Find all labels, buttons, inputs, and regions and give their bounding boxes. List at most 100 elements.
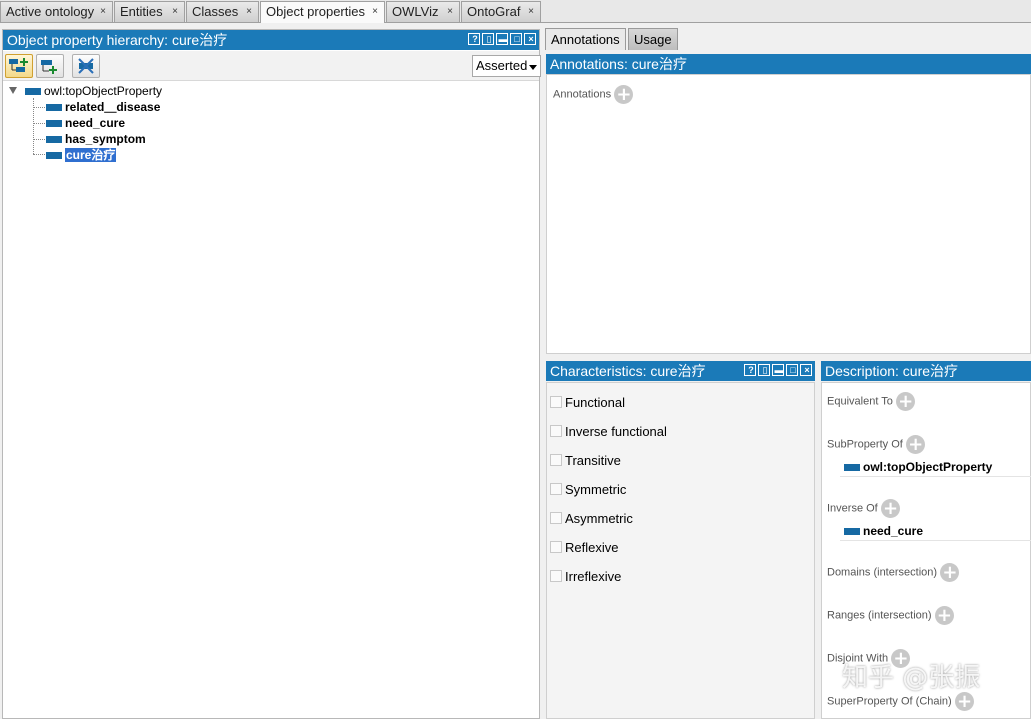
- checkbox-label: Asymmetric: [565, 511, 633, 526]
- close-view-button[interactable]: ×: [800, 364, 812, 376]
- annotations-header: Annotations: cure治疗: [546, 54, 1031, 74]
- item-label: need_cure: [863, 524, 924, 538]
- add-superproperty-button[interactable]: +: [906, 435, 926, 454]
- float-button[interactable]: □: [786, 364, 798, 376]
- annotations-section: Annotations +: [553, 85, 634, 104]
- close-icon[interactable]: ×: [246, 2, 252, 22]
- characteristics-panel: Functional Inverse functional Transitive…: [546, 382, 815, 719]
- inverse-of-item[interactable]: need_cure: [844, 524, 923, 538]
- inverse-functional-checkbox[interactable]: [550, 425, 562, 437]
- tree-item-label: cure治疗: [65, 148, 117, 162]
- workspace-tab-bar: Active ontology × Entities × Classes × O…: [0, 0, 1031, 23]
- tree-item-label: owl:topObjectProperty: [44, 84, 163, 98]
- tree-item-root[interactable]: owl:topObjectProperty: [25, 84, 162, 99]
- section-label: Equivalent To: [827, 395, 893, 408]
- item-label: owl:topObjectProperty: [863, 460, 993, 474]
- hierarchy-header: Object property hierarchy: cure治疗 ? ▯ ▬ …: [3, 30, 539, 50]
- view-mode-select[interactable]: Asserted: [472, 55, 541, 77]
- checkbox-label: Symmetric: [565, 482, 627, 497]
- add-property-chain-button[interactable]: +: [955, 692, 975, 711]
- add-inverse-button[interactable]: +: [881, 499, 901, 518]
- transitive-checkbox[interactable]: [550, 454, 562, 466]
- tree-connector: [33, 154, 45, 155]
- annotations-panel: Annotations +: [546, 74, 1031, 354]
- chevron-down-icon: [529, 65, 537, 70]
- subproperty-of-item[interactable]: owl:topObjectProperty: [844, 460, 992, 474]
- view-mode-value: Asserted: [476, 58, 528, 73]
- delete-property-button[interactable]: [72, 54, 100, 78]
- tab-label: Entities: [120, 4, 163, 19]
- equivalent-to-section: Equivalent To +: [827, 392, 916, 411]
- characteristics-header: Characteristics: cure治疗 ? ▯ ▬ □ ×: [546, 361, 815, 381]
- tree-item-cure-selected[interactable]: cure治疗: [46, 148, 117, 163]
- section-label: Ranges (intersection): [827, 609, 932, 622]
- symmetric-checkbox[interactable]: [550, 483, 562, 495]
- add-equivalent-button[interactable]: +: [896, 392, 916, 411]
- split-vertical-button[interactable]: ▯: [758, 364, 770, 376]
- tab-ontograf[interactable]: OntoGraf ×: [461, 1, 541, 22]
- irreflexive-checkbox[interactable]: [550, 570, 562, 582]
- close-icon[interactable]: ×: [372, 2, 378, 22]
- section-label: Domains (intersection): [827, 566, 938, 579]
- tab-label: Object properties: [266, 4, 365, 19]
- add-sibling-property-button[interactable]: [36, 54, 64, 78]
- tab-label: Active ontology: [6, 4, 95, 19]
- checkbox-label: Inverse functional: [565, 424, 667, 439]
- tree-item-label: need_cure: [65, 116, 126, 130]
- object-property-icon: [46, 152, 62, 160]
- divider: [840, 476, 1031, 477]
- add-subproperty-button[interactable]: [5, 54, 33, 78]
- subproperty-of-section: SubProperty Of +: [827, 435, 926, 454]
- section-label: Inverse Of: [827, 502, 878, 515]
- description-title: Description: cure治疗: [825, 363, 959, 379]
- checkbox-label: Irreflexive: [565, 569, 622, 584]
- asymmetric-checkbox[interactable]: [550, 512, 562, 524]
- close-icon[interactable]: ×: [172, 2, 178, 22]
- add-annotation-button[interactable]: +: [614, 85, 634, 104]
- functional-checkbox[interactable]: [550, 396, 562, 408]
- float-button[interactable]: □: [510, 33, 522, 45]
- help-button[interactable]: ?: [744, 364, 756, 376]
- checkbox-label: Functional: [565, 395, 625, 410]
- tree-item-related-disease[interactable]: related＿disease: [46, 100, 160, 115]
- tab-active-ontology[interactable]: Active ontology ×: [0, 1, 113, 22]
- close-icon[interactable]: ×: [447, 2, 453, 22]
- checkbox-label: Transitive: [565, 453, 621, 468]
- split-horizontal-button[interactable]: ▬: [496, 33, 508, 45]
- checkbox-label: Reflexive: [565, 540, 619, 555]
- add-domain-button[interactable]: +: [940, 563, 960, 582]
- tree-connector: [33, 123, 45, 124]
- split-horizontal-button[interactable]: ▬: [772, 364, 784, 376]
- tab-classes[interactable]: Classes ×: [186, 1, 259, 22]
- close-icon[interactable]: ×: [528, 2, 534, 22]
- tree-item-label: related＿disease: [65, 100, 161, 114]
- object-property-icon: [25, 88, 41, 96]
- tab-label: Usage: [634, 32, 672, 47]
- expand-triangle-icon[interactable]: [8, 86, 20, 96]
- section-label: SubProperty Of: [827, 438, 903, 451]
- tab-owlviz[interactable]: OWLViz ×: [386, 1, 460, 22]
- reflexive-checkbox[interactable]: [550, 541, 562, 553]
- delete-property-icon: [78, 58, 94, 74]
- split-vertical-button[interactable]: ▯: [482, 33, 494, 45]
- tab-annotations[interactable]: Annotations: [545, 28, 626, 50]
- tree-connector: [33, 139, 45, 140]
- add-range-button[interactable]: +: [934, 606, 954, 625]
- tab-label: Classes: [192, 4, 239, 19]
- tab-usage[interactable]: Usage: [628, 28, 678, 50]
- characteristics-title: Characteristics: cure治疗: [550, 363, 706, 379]
- description-header: Description: cure治疗: [821, 361, 1031, 381]
- close-view-button[interactable]: ×: [524, 33, 536, 45]
- tab-entities[interactable]: Entities ×: [114, 1, 185, 22]
- tree-item-need-cure[interactable]: need_cure: [46, 116, 125, 131]
- object-property-icon: [46, 136, 62, 144]
- entity-tab-bar: Annotations Usage: [545, 28, 1031, 50]
- object-property-hierarchy-panel: Object property hierarchy: cure治疗 ? ▯ ▬ …: [2, 29, 541, 719]
- object-property-icon: [46, 104, 62, 112]
- close-icon[interactable]: ×: [100, 2, 106, 22]
- tree-item-has-symptom[interactable]: has_symptom: [46, 132, 146, 147]
- section-label: SuperProperty Of (Chain): [827, 695, 952, 708]
- help-button[interactable]: ?: [468, 33, 480, 45]
- tab-object-properties[interactable]: Object properties ×: [260, 1, 385, 23]
- tree-connector: [33, 107, 45, 108]
